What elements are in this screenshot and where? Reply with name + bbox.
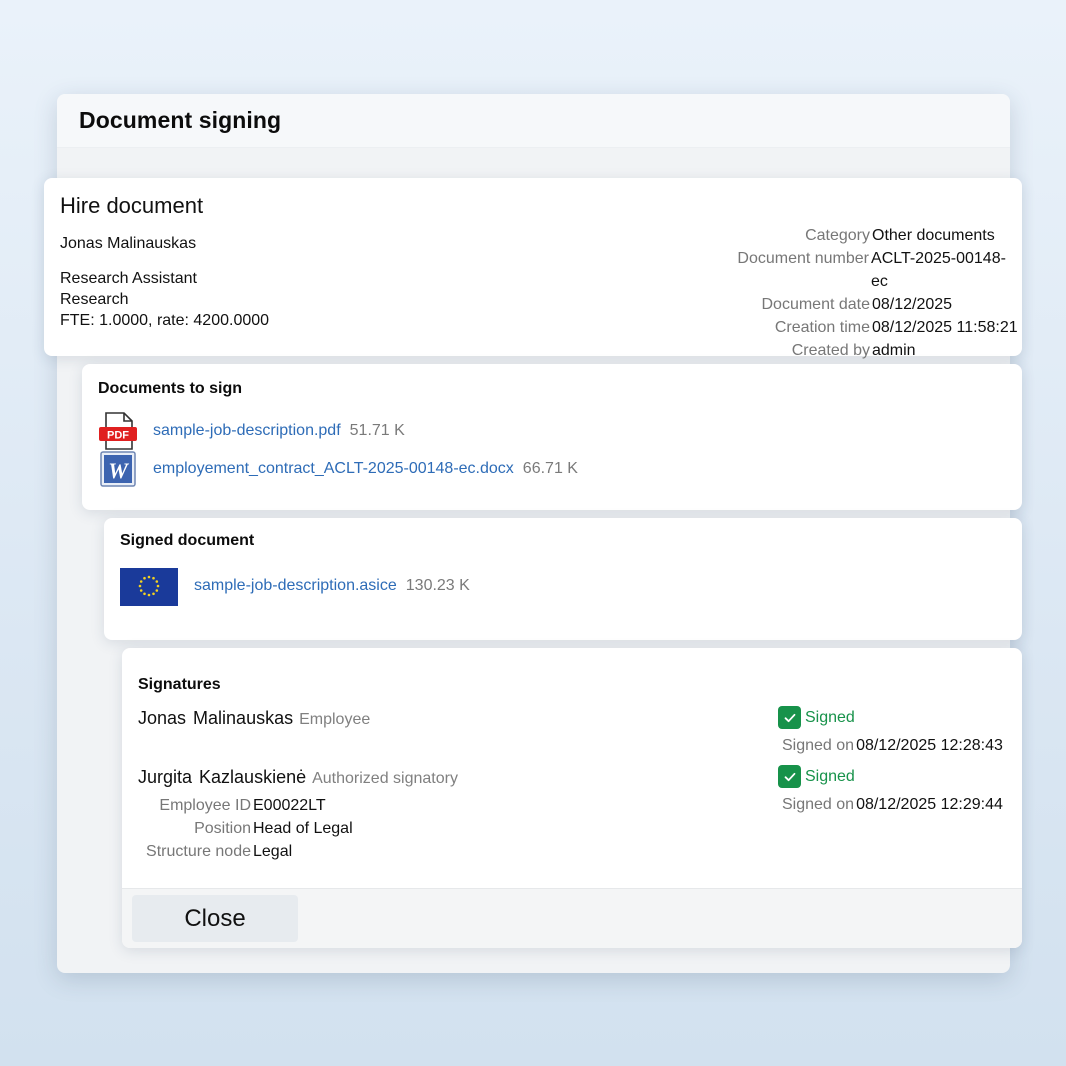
eu-flag-icon [120, 566, 178, 606]
meta-value: ACLT-2025-00148-ec [871, 250, 1006, 290]
detail-value: Head of Legal [253, 820, 353, 837]
detail-value: Legal [253, 843, 293, 860]
signed-on-value: 08/12/2025 12:28:43 [856, 737, 1003, 754]
signer-role: Authorized signatory [312, 770, 458, 787]
svg-text:PDF: PDF [107, 430, 129, 442]
pdf-file-link[interactable]: sample-job-description.pdf [153, 422, 341, 440]
docx-file-link[interactable]: employement_contract_ACLT-2025-00148-ec.… [153, 460, 514, 478]
meta-row-created-by: Created by admin [684, 339, 1022, 362]
file-size: 51.71 K [349, 422, 405, 439]
file-row: W employement_contract_ACLT-2025-00148-e… [98, 450, 1006, 488]
signed-document-title: Signed document [120, 532, 255, 549]
hire-document-card: Hire document Jonas Malinauskas Research… [44, 178, 1022, 359]
signer-role: Employee [299, 711, 371, 728]
signed-on-label: Signed on [782, 796, 855, 813]
dialog-title: Document signing [79, 107, 282, 133]
signatures-card: Signatures Jonas Malinauskas Employee Si… [122, 648, 1022, 948]
svg-text:W: W [108, 458, 129, 483]
meta-row-creation-time: Creation time 08/12/2025 11:58:21 [684, 316, 1022, 339]
detail-key: Employee ID [159, 797, 251, 814]
signer-last-name: Kazlauskienė [199, 767, 307, 787]
asice-file-link[interactable]: sample-job-description.asice [194, 577, 397, 595]
document-metadata: Category Other documents Document number… [684, 224, 1022, 362]
signature-item: Jurgita Kazlauskienė Authorized signator… [138, 765, 1006, 863]
signed-badge: Signed [778, 706, 1003, 729]
signatures-title: Signatures [138, 676, 221, 693]
signed-status-text: Signed [805, 708, 855, 726]
signatures-list: Signatures Jonas Malinauskas Employee Si… [122, 648, 1022, 888]
meta-row-category: Category Other documents [684, 224, 1022, 247]
meta-key: Creation time [774, 319, 870, 336]
meta-value: 08/12/2025 [872, 296, 953, 313]
file-size: 66.71 K [522, 460, 578, 477]
check-icon [778, 765, 801, 788]
detail-row-position: Position Head of Legal [138, 817, 1006, 840]
meta-value: admin [872, 342, 916, 359]
documents-to-sign-title: Documents to sign [98, 380, 243, 397]
file-row: sample-job-description.asice 130.23 K [120, 566, 1006, 606]
dialog-footer: Close [122, 888, 1022, 948]
signed-document-card: Signed document sample-job-description.a… [104, 518, 1022, 640]
signed-status-text: Signed [805, 767, 855, 785]
meta-value: Other documents [872, 227, 995, 244]
check-icon [778, 706, 801, 729]
word-file-icon: W [98, 449, 138, 489]
detail-row-structure-node: Structure node Legal [138, 840, 1006, 863]
signature-status: Signed Signed on 08/12/2025 12:29:44 [778, 765, 1003, 814]
meta-row-document-number: Document number ACLT-2025-00148-ec [684, 247, 1022, 293]
signature-item: Jonas Malinauskas Employee Signed Signed… [138, 706, 1006, 767]
signature-status: Signed Signed on 08/12/2025 12:28:43 [778, 706, 1003, 755]
signed-on-label: Signed on [782, 737, 855, 754]
detail-key: Position [194, 820, 251, 837]
dialog-header: Document signing [57, 94, 1010, 148]
meta-row-document-date: Document date 08/12/2025 [684, 293, 1022, 316]
signed-badge: Signed [778, 765, 1003, 788]
detail-value: E00022LT [253, 797, 326, 814]
meta-key: Category [805, 227, 870, 244]
file-row: PDF sample-job-description.pdf 51.71 K [98, 412, 1006, 450]
close-button[interactable]: Close [132, 895, 298, 942]
meta-key: Document date [761, 296, 870, 313]
meta-value: 08/12/2025 11:58:21 [872, 319, 1018, 336]
meta-key: Created by [791, 342, 870, 359]
signed-on-value: 08/12/2025 12:29:44 [856, 796, 1003, 813]
documents-to-sign-card: Documents to sign PDF sample-job-descrip… [82, 364, 1022, 510]
meta-key: Document number [737, 250, 870, 267]
signer-last-name: Malinauskas [193, 708, 294, 728]
signed-on: Signed on 08/12/2025 12:29:44 [782, 796, 1003, 814]
detail-key: Structure node [146, 843, 251, 860]
signer-first-name: Jonas [138, 708, 187, 728]
pdf-file-icon: PDF [98, 411, 138, 451]
file-size: 130.23 K [405, 577, 470, 594]
hire-title: Hire document [60, 193, 204, 218]
signed-on: Signed on 08/12/2025 12:28:43 [782, 737, 1003, 755]
signer-first-name: Jurgita [138, 767, 193, 787]
